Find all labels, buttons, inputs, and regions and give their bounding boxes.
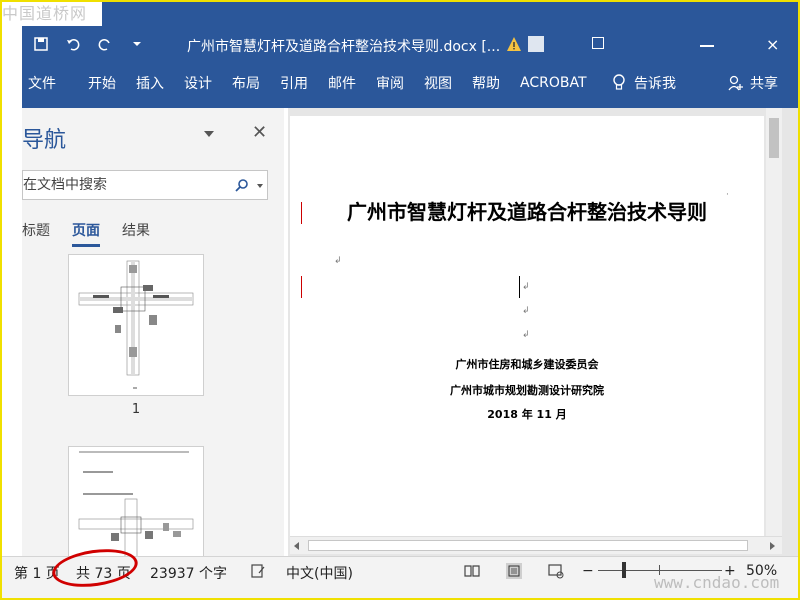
tab-file[interactable]: 文件 [22,58,88,108]
tab-view[interactable]: 视图 [424,58,472,108]
vertical-scroll-thumb[interactable] [769,118,779,158]
ribbon-tabs: 文件 开始 插入 设计 布局 引用 邮件 审阅 视图 帮助 ACROBAT 告诉… [22,58,800,108]
print-layout-icon[interactable] [506,563,522,579]
undo-icon[interactable] [66,37,80,51]
tab-layout[interactable]: 布局 [232,58,280,108]
account-avatar[interactable] [528,36,544,52]
tab-insert[interactable]: 插入 [136,58,184,108]
change-bar [301,276,302,298]
tab-acrobat[interactable]: ACROBAT [520,58,612,108]
paragraph-mark: · [726,190,729,200]
tell-me-label: 告诉我 [634,76,676,92]
title-bar: 广州市智慧灯杆及道路合杆整治技术导则.docx [... × [22,0,800,58]
horizontal-scrollbar[interactable] [290,536,782,554]
nav-pane-title: 导航 [22,128,67,153]
quick-access-toolbar [22,30,144,58]
share-button[interactable]: 共享 [728,73,800,93]
document-page[interactable]: 广州市智慧灯杆及道路合杆整治技术导则 · ↲ ↲ ↲ ↲ 广州市住房和城乡建设委… [290,116,764,536]
page-thumbnail[interactable] [68,446,204,556]
zoom-slider[interactable] [598,570,722,571]
nav-tabs: 标题 页面 结果 [22,220,150,247]
nav-search-box [22,170,268,200]
scroll-right-icon[interactable] [770,542,775,550]
proofing-icon[interactable] [250,563,266,579]
org-line-1: 广州市住房和城乡建设委员会 [455,358,599,371]
tab-results[interactable]: 结果 [122,220,150,247]
paragraph-mark: ↲ [334,256,342,266]
tab-mailings[interactable]: 邮件 [328,58,376,108]
tab-design[interactable]: 设计 [184,58,232,108]
close-window-icon[interactable]: × [766,37,780,53]
chevron-down-icon[interactable] [204,131,214,137]
language-indicator[interactable]: 中文(中国) [286,563,353,583]
watermark-bottom: www.cndao.com [654,573,780,592]
tab-review[interactable]: 审阅 [376,58,424,108]
tab-pages[interactable]: 页面 [72,220,100,247]
document-title: 广州市智慧灯杆及道路合杆整治技术导则 [347,200,707,224]
redo-icon[interactable] [98,37,112,51]
minimize-icon[interactable] [700,45,714,47]
paragraph-mark: ↲ [522,306,530,316]
thumbnail-drawing [78,451,194,556]
watermark-top: 中国道桥网 [2,2,102,26]
scroll-left-icon[interactable] [294,542,299,550]
web-layout-icon[interactable] [548,563,564,579]
read-mode-icon[interactable] [464,563,480,579]
document-area: 广州市智慧灯杆及道路合杆整治技术导则 · ↲ ↲ ↲ ↲ 广州市住房和城乡建设委… [288,108,800,556]
page-thumbnails: 1 [22,248,284,556]
vertical-scrollbar[interactable] [766,108,782,538]
search-icon[interactable] [235,178,249,192]
thumbnail-drawing [78,260,194,389]
search-options-icon[interactable] [257,184,263,188]
tab-headings[interactable]: 标题 [22,220,50,247]
page-thumbnail[interactable] [68,254,204,396]
paragraph-mark: ↲ [522,330,530,340]
share-label: 共享 [750,76,778,92]
org-line-2: 广州市城市规划勘测设计研究院 [450,384,604,397]
search-input[interactable] [23,177,223,193]
status-bar: 第 1 页 共 73 页 23937 个字 中文(中国) − + 50% www… [0,544,800,600]
thumbnail-page-number: 1 [131,402,141,417]
share-person-icon [728,75,743,91]
navigation-pane: 导航 ✕ 标题 页面 结果 [22,108,284,556]
window-title: 广州市智慧灯杆及道路合杆整治技术导则.docx [... [187,39,501,55]
zoom-slider-thumb[interactable] [622,562,626,578]
document-date: 2018 年 11 月 [487,408,567,421]
customize-qat-icon[interactable] [130,37,144,51]
tab-home[interactable]: 开始 [88,58,136,108]
zoom-out-button[interactable]: − [582,563,594,579]
lightbulb-icon [613,74,625,90]
warning-icon[interactable] [506,36,522,52]
change-bar [301,202,302,224]
tab-references[interactable]: 引用 [280,58,328,108]
paragraph-mark: ↲ [522,282,530,292]
word-count[interactable]: 23937 个字 [150,563,227,583]
text-cursor [519,276,520,298]
ribbon-display-options-icon[interactable] [592,37,604,49]
tab-help[interactable]: 帮助 [472,58,520,108]
tell-me-button[interactable]: 告诉我 [612,58,676,108]
horizontal-scroll-thumb[interactable] [308,540,748,551]
save-icon[interactable] [34,37,48,51]
close-icon[interactable]: ✕ [252,122,267,143]
